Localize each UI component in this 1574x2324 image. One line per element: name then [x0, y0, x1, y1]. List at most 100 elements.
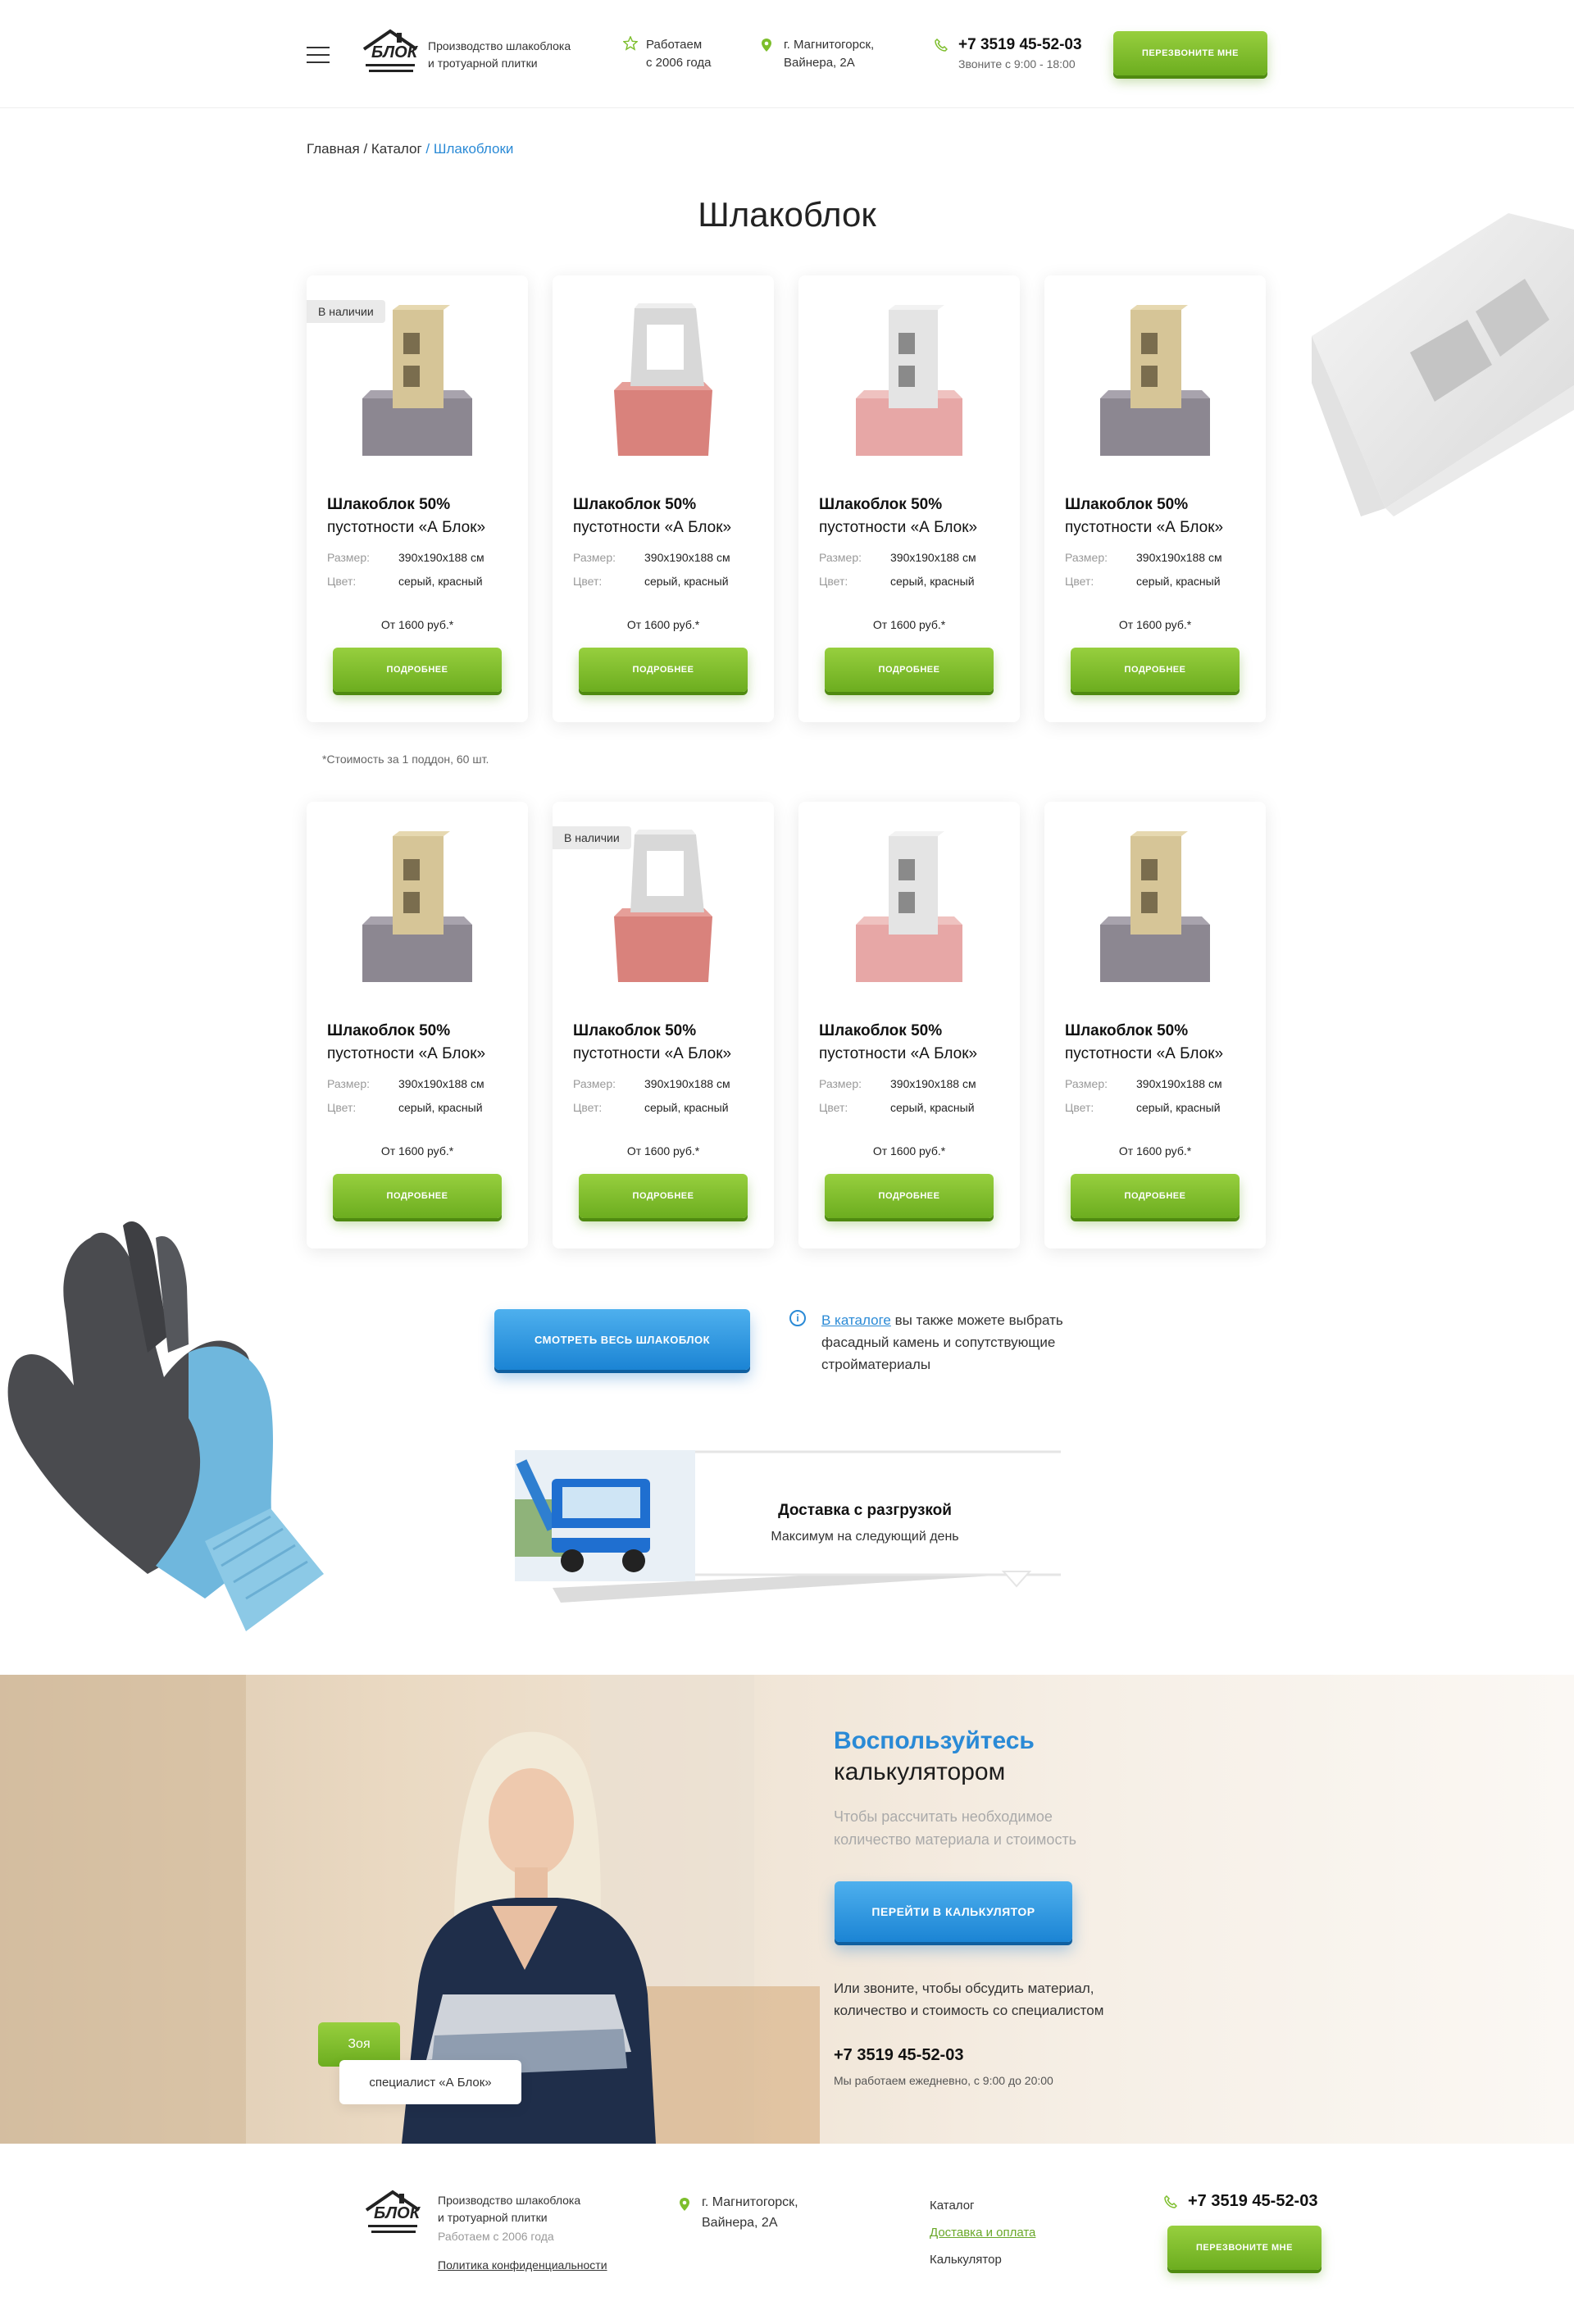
header-phone[interactable]: +7 3519 45-52-03	[958, 36, 1082, 54]
details-button[interactable]: Подробнее	[333, 648, 502, 692]
go-to-calculator-button[interactable]: Перейти в калькулятор	[835, 1881, 1072, 1942]
footer-callback-button[interactable]: Перезвоните мне	[1167, 2226, 1322, 2270]
callback-button[interactable]: Перезвоните мне	[1113, 31, 1267, 75]
footer-phone-icon	[1164, 2195, 1177, 2208]
footer-address: г. Магнитогорск, Вайнера, 2А	[702, 2192, 798, 2233]
footer-address-line-1: г. Магнитогорск,	[702, 2195, 798, 2209]
product-title-rest: пустотности «А Блок»	[819, 1045, 978, 1062]
color-label: Цвет:	[1065, 1101, 1094, 1114]
size-value: 390х190х188 см	[644, 1077, 730, 1090]
calculator-title-highlight: Воспользуйтесь	[834, 1727, 1035, 1754]
tagline-line-1: Производство шлакоблока	[428, 39, 571, 52]
since-line-1: Работаем	[646, 38, 703, 52]
tagline-line-2: и тротуарной плитки	[428, 57, 538, 70]
footer-nav-catalog[interactable]: Каталог	[930, 2192, 1035, 2219]
product-card[interactable]: Шлакоблок 50% пустотности «А Блок» Размер:…	[553, 275, 774, 722]
product-price: От 1600 руб.*	[872, 618, 946, 631]
calculator-subtitle: Чтобы рассчитать необходимое количество …	[834, 1808, 1077, 1848]
menu-icon[interactable]	[307, 47, 330, 63]
delivery-truck-image	[515, 1450, 695, 1581]
white-frame-block-icon	[614, 830, 712, 982]
details-button[interactable]: Подробнее	[1071, 1174, 1240, 1218]
product-card[interactable]: В наличии Шлакоблок 50% пустотности «А Бло…	[307, 275, 528, 722]
product-price: От 1600 руб.*	[380, 618, 454, 631]
details-button[interactable]: Подробнее	[825, 648, 994, 692]
color-value: серый, красный	[890, 1101, 975, 1114]
color-label: Цвет:	[327, 575, 357, 588]
size-value: 390х190х188 см	[1136, 1077, 1222, 1090]
footer-since: Работаем с 2006 года	[438, 2230, 554, 2243]
calculator-section: Зоя специалист «А Блок»	[0, 1675, 1574, 2144]
product-title-rest: пустотности «А Блок»	[573, 1045, 732, 1062]
product-title-rest: пустотности «А Блок»	[1065, 1045, 1224, 1062]
color-label: Цвет:	[819, 575, 848, 588]
product-card[interactable]: Шлакоблок 50% пустотности «А Блок» Размер:…	[1044, 275, 1266, 722]
footer-phone[interactable]: +7 3519 45-52-03	[1188, 2192, 1317, 2211]
product-title[interactable]: Шлакоблок 50% пустотности «А Блок»	[1065, 493, 1253, 539]
product-card[interactable]: Шлакоблок 50% пустотности «А Блок» Размер:…	[307, 802, 528, 1248]
details-button[interactable]: Подробнее	[333, 1174, 502, 1218]
calculator-title: Воспользуйтесь калькулятором	[834, 1726, 1035, 1788]
yellow-block-icon	[1100, 305, 1210, 456]
product-card[interactable]: Шлакоблок 50% пустотности «А Блок» Размер:…	[1044, 802, 1266, 1248]
header-phone-hours: Звоните с 9:00 - 18:00	[958, 57, 1076, 70]
product-title-rest: пустотности «А Блок»	[327, 519, 486, 536]
footer-tagline-line-1: Производство шлакоблока	[438, 2194, 581, 2207]
product-card[interactable]: Шлакоблок 50% пустотности «А Блок» Размер:…	[798, 802, 1020, 1248]
privacy-policy-link[interactable]: Политика конфиденциальности	[438, 2257, 607, 2274]
color-label: Цвет:	[573, 1101, 603, 1114]
calculator-phone[interactable]: +7 3519 45-52-03	[834, 2046, 963, 2065]
details-button[interactable]: Подробнее	[579, 1174, 748, 1218]
product-title-rest: пустотности «А Блок»	[327, 1045, 486, 1062]
details-button[interactable]: Подробнее	[1071, 648, 1240, 692]
product-title[interactable]: Шлакоблок 50% пустотности «А Блок»	[819, 1020, 1008, 1066]
view-all-button[interactable]: Смотреть весь шлакоблок	[494, 1309, 750, 1370]
product-title[interactable]: Шлакоблок 50% пустотности «А Блок»	[327, 493, 516, 539]
product-title-bold: Шлакоблок 50%	[1065, 1022, 1189, 1039]
specialist-role-label: специалист «А Блок»	[339, 2060, 521, 2104]
white-frame-block-icon	[614, 303, 712, 456]
product-title-bold: Шлакоблок 50%	[1065, 496, 1189, 513]
logo-text: БЛОК	[371, 43, 417, 61]
size-label: Размер:	[327, 551, 371, 564]
decorative-concrete-block-image	[1312, 213, 1574, 516]
breadcrumb-home[interactable]: Главная	[307, 141, 360, 157]
product-title[interactable]: Шлакоблок 50% пустотности «А Блок»	[819, 493, 1008, 539]
size-value: 390х190х188 см	[644, 551, 730, 564]
info-icon: i	[789, 1310, 806, 1326]
product-card[interactable]: В наличии Шлакоблок 50% пустотности «А Бло…	[553, 802, 774, 1248]
product-title[interactable]: Шлакоблок 50% пустотности «А Блок»	[573, 493, 762, 539]
product-title-bold: Шлакоблок 50%	[327, 1022, 451, 1039]
footer-location-pin-icon	[680, 2198, 689, 2211]
breadcrumb: Главная / Каталог / Шлакоблоки	[307, 141, 513, 157]
calculator-hours: Мы работаем ежедневно, с 9:00 до 20:00	[834, 2074, 1053, 2087]
color-label: Цвет:	[1065, 575, 1094, 588]
product-title[interactable]: Шлакоблок 50% пустотности «А Блок»	[573, 1020, 762, 1066]
footer-nav-delivery[interactable]: Доставка и оплата	[930, 2219, 1035, 2246]
color-label: Цвет:	[819, 1101, 848, 1114]
product-price: От 1600 руб.*	[872, 1144, 946, 1157]
size-value: 390х190х188 см	[398, 1077, 484, 1090]
delivery-banner: Доставка с разгрузкой Максимум на следую…	[512, 1449, 1061, 1603]
star-icon	[623, 36, 638, 51]
site-header: БЛОК Производство шлакоблока и тротуарно…	[0, 0, 1574, 108]
breadcrumb-separator: /	[421, 141, 434, 157]
color-value: серый, красный	[1136, 575, 1221, 588]
product-price: От 1600 руб.*	[1118, 1144, 1192, 1157]
since-info: Работаем с 2006 года	[646, 36, 711, 72]
breadcrumb-catalog[interactable]: Каталог	[371, 141, 422, 157]
product-title[interactable]: Шлакоблок 50% пустотности «А Блок»	[1065, 1020, 1253, 1066]
phone-icon	[935, 39, 948, 52]
calculator-call-text: Или звоните, чтобы обсудить материал, ко…	[834, 1981, 1104, 2018]
color-label: Цвет:	[573, 575, 603, 588]
product-card[interactable]: Шлакоблок 50% пустотности «А Блок» Размер:…	[798, 275, 1020, 722]
breadcrumb-current: Шлакоблоки	[433, 141, 514, 157]
calculator-title-rest: калькулятором	[834, 1758, 1006, 1785]
details-button[interactable]: Подробнее	[579, 648, 748, 692]
footer-nav-calculator[interactable]: Калькулятор	[930, 2246, 1035, 2273]
catalog-link[interactable]: В каталоге	[821, 1312, 891, 1328]
details-button[interactable]: Подробнее	[825, 1174, 994, 1218]
size-value: 390х190х188 см	[1136, 551, 1222, 564]
location-pin-icon	[762, 39, 771, 52]
product-title[interactable]: Шлакоблок 50% пустотности «А Блок»	[327, 1020, 516, 1066]
